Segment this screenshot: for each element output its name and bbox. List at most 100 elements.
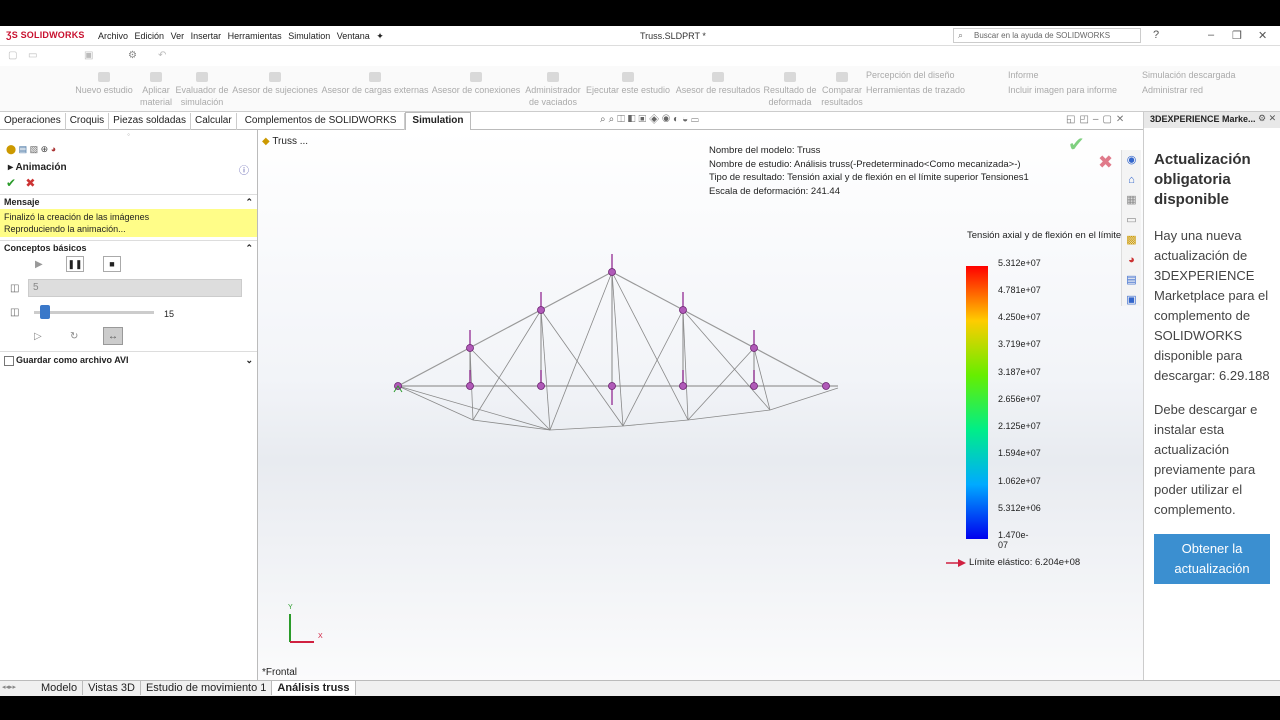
resources-icon[interactable]: ◉: [1122, 150, 1141, 170]
stop-button[interactable]: ■: [103, 256, 121, 272]
help-icon[interactable]: ⓘ: [239, 162, 249, 177]
hide-show-icon[interactable]: ◉: [662, 114, 673, 125]
display-style-icon[interactable]: ◈: [649, 114, 662, 125]
collapse-icon[interactable]: ⌃: [245, 243, 253, 254]
ribbon-asesor-conexiones[interactable]: Asesor de conexiones: [430, 72, 522, 96]
ribbon-comparar[interactable]: Comparar resultados: [818, 72, 866, 108]
play-icon[interactable]: ▶: [35, 259, 43, 270]
tab-simulation[interactable]: Simulation: [405, 112, 471, 130]
ribbon-admin-vaciados[interactable]: Administrador de vaciados: [522, 72, 584, 108]
ok-icon[interactable]: ✔: [6, 176, 16, 190]
graphics-area[interactable]: ◆ Truss ... Nombre del modelo: Truss Nom…: [258, 130, 1143, 680]
feature-tree-icon[interactable]: ⬤: [6, 144, 16, 154]
ribbon-asesor-cargas[interactable]: Asesor de cargas externas: [320, 72, 430, 96]
edit-appearance-icon[interactable]: ◐: [673, 114, 682, 125]
tab-estudio-movimiento[interactable]: Estudio de movimiento 1: [141, 681, 273, 695]
menu-herramientas[interactable]: Herramientas: [228, 31, 282, 41]
view-settings-icon[interactable]: ▭: [691, 114, 702, 125]
save-avi-checkbox[interactable]: [4, 355, 14, 366]
heads-up-toolbar[interactable]: ⌕⌕◫◧▣◈◉◐◒▭: [600, 114, 702, 125]
tab-analisis-truss[interactable]: Análisis truss: [272, 681, 356, 695]
tab-vistas-3d[interactable]: Vistas 3D: [83, 681, 141, 695]
exit-x-icon[interactable]: ✖: [1098, 152, 1113, 173]
basics-section-header[interactable]: Conceptos básicos ⌃: [0, 240, 257, 255]
gear-icon[interactable]: ⚙: [128, 50, 137, 61]
panel-grip[interactable]: ◦: [0, 130, 257, 142]
save-avi-row[interactable]: Guardar como archivo AVI ⌄: [0, 351, 257, 369]
pause-button[interactable]: ❚❚: [66, 256, 84, 272]
menu-archivo[interactable]: Archivo: [98, 31, 128, 41]
play-once-icon[interactable]: ▷: [34, 331, 42, 342]
ribbon-percepcion[interactable]: Percepción del diseño: [866, 69, 986, 81]
menu-edicion[interactable]: Edición: [135, 31, 165, 41]
ribbon-evaluador[interactable]: Evaluador de simulación: [174, 72, 230, 108]
pin-icon[interactable]: ✦: [376, 31, 384, 42]
tab-calcular[interactable]: Calcular: [191, 113, 237, 131]
tab-complementos[interactable]: Complementos de SOLIDWORKS: [237, 113, 406, 131]
ribbon-incluir-imagen[interactable]: Incluir imagen para informe: [1008, 84, 1128, 96]
tab-modelo[interactable]: Modelo: [36, 681, 84, 695]
collapse-icon[interactable]: ⌃: [245, 197, 253, 208]
view-palette-icon[interactable]: ▩: [1122, 230, 1141, 250]
property-icon[interactable]: ▤: [19, 144, 28, 154]
viewport-tile-icon[interactable]: ◱: [1066, 114, 1079, 125]
ribbon-nuevo-estudio[interactable]: Nuevo estudio: [74, 72, 134, 96]
help-icon[interactable]: ?: [1153, 29, 1159, 41]
restore-icon[interactable]: ❐: [1232, 29, 1242, 42]
tab-operaciones[interactable]: Operaciones: [0, 113, 66, 131]
open-icon[interactable]: ▭: [28, 50, 37, 61]
tab-croquis[interactable]: Croquis: [66, 113, 110, 131]
feature-tree-flyout[interactable]: ◆ Truss ...: [262, 136, 308, 147]
save-icon[interactable]: ▣: [84, 50, 93, 61]
close-icon[interactable]: ✕: [1258, 29, 1267, 42]
marketplace-icon[interactable]: ▣: [1122, 290, 1141, 310]
search-input[interactable]: Buscar en la ayuda de SOLIDWORKS: [953, 28, 1141, 43]
section-view-icon[interactable]: ◧: [628, 114, 639, 125]
new-file-icon[interactable]: ▢: [8, 50, 17, 61]
tab-piezas-soldadas[interactable]: Piezas soldadas: [109, 113, 191, 131]
tab-scroll-icon[interactable]: ◂◂▸▸: [2, 683, 16, 691]
ribbon-resultado-deformada[interactable]: Resultado de deformada: [762, 72, 818, 108]
ribbon-informe[interactable]: Informe: [1008, 69, 1068, 81]
ribbon-ejecutar-estudio[interactable]: Ejecutar este estudio: [584, 72, 672, 96]
frames-input[interactable]: 5: [28, 279, 242, 297]
display-icon[interactable]: ◕: [51, 144, 56, 154]
minimize-icon[interactable]: –: [1208, 29, 1214, 41]
viewport-window-buttons[interactable]: ◱◰–▢✕: [1066, 114, 1128, 125]
ribbon-asesor-sujeciones[interactable]: Asesor de sujeciones: [230, 72, 320, 96]
speed-slider-track[interactable]: [34, 311, 154, 314]
message-section-header[interactable]: Mensaje ⌃: [0, 194, 257, 209]
ribbon-asesor-resultados[interactable]: Asesor de resultados: [674, 72, 762, 96]
viewport-maximize-icon[interactable]: ▢: [1102, 114, 1115, 125]
zoom-fit-icon[interactable]: ⌕: [600, 114, 609, 125]
menu-simulation[interactable]: Simulation: [288, 31, 330, 41]
ribbon-simulacion-descargada[interactable]: Simulación descargada: [1142, 69, 1254, 81]
zoom-area-icon[interactable]: ⌕: [609, 114, 618, 125]
view-orientation-icon[interactable]: ▣: [638, 114, 649, 125]
viewport-restore-icon[interactable]: ◰: [1079, 114, 1092, 125]
menu-ventana[interactable]: Ventana: [337, 31, 370, 41]
solidworks-logo[interactable]: ƷS SOLIDWORKS: [6, 30, 85, 40]
folder-icon[interactable]: ▭: [1122, 210, 1141, 230]
cancel-icon[interactable]: ✖: [25, 176, 35, 190]
ribbon-aplicar-material[interactable]: Aplicar material: [136, 72, 176, 108]
viewport-close-icon[interactable]: ✕: [1116, 114, 1128, 125]
task-pane-settings-icon[interactable]: ⚙ ✕: [1258, 113, 1276, 124]
speed-slider-thumb[interactable]: [40, 305, 50, 319]
menu-ver[interactable]: Ver: [171, 31, 185, 41]
expand-icon[interactable]: ⌄: [245, 355, 253, 366]
home-icon[interactable]: ⌂: [1122, 170, 1141, 190]
scenes-icon[interactable]: ◒: [682, 114, 691, 125]
menu-insertar[interactable]: Insertar: [191, 31, 222, 41]
ribbon-herramientas-trazado[interactable]: Herramientas de trazado: [866, 84, 990, 96]
ribbon-administrar-red[interactable]: Administrar red: [1142, 84, 1242, 96]
previous-view-icon[interactable]: ◫: [617, 114, 628, 125]
loop-icon[interactable]: ↻: [70, 331, 78, 342]
config-icon[interactable]: ▧: [30, 144, 39, 154]
confirm-check-icon[interactable]: ✔: [1068, 132, 1085, 157]
reciprocate-icon[interactable]: ↔: [103, 327, 123, 345]
library-icon[interactable]: ▦: [1122, 190, 1141, 210]
dimxpert-icon[interactable]: ⊕: [41, 144, 49, 154]
appearance-icon[interactable]: ◕: [1122, 250, 1141, 270]
custom-props-icon[interactable]: ▤: [1122, 270, 1141, 290]
